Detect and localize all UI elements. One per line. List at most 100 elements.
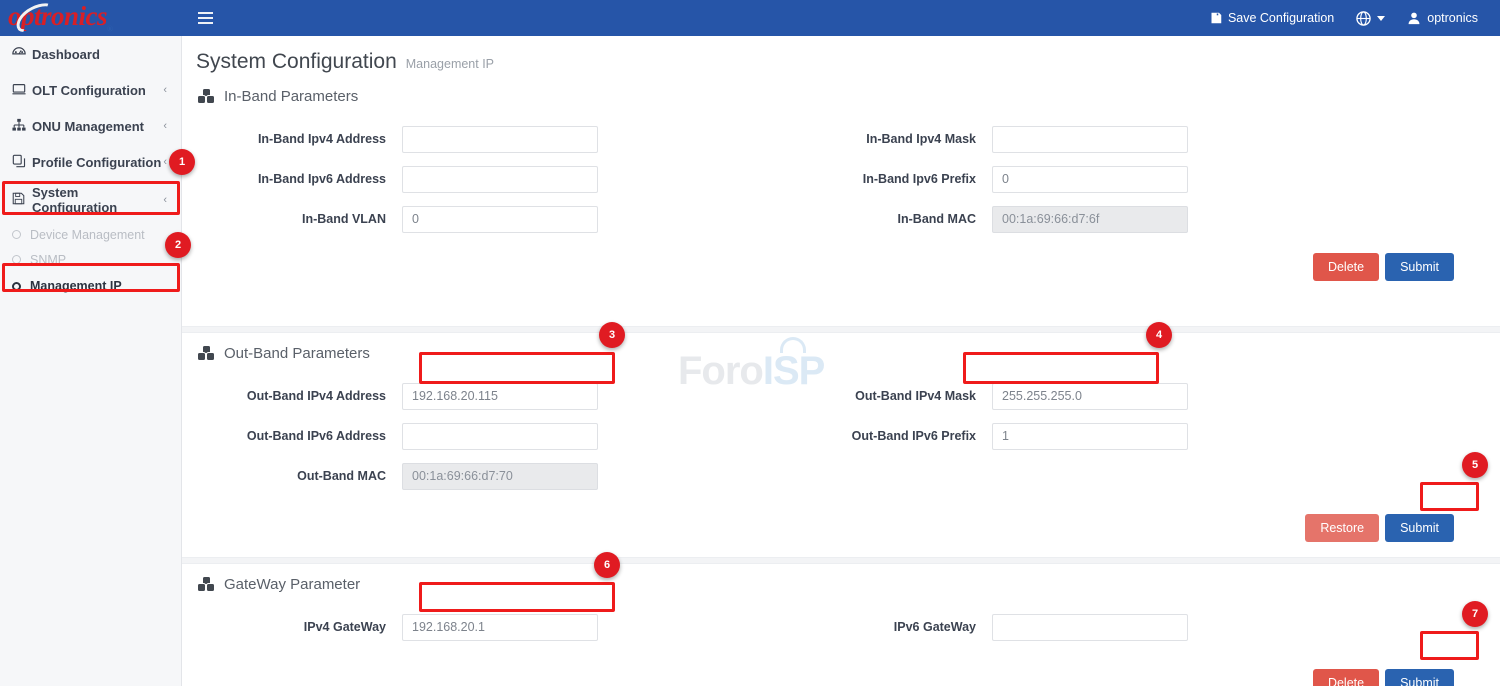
in-band-submit-button[interactable]: Submit (1385, 253, 1454, 281)
sidebar-item-profile-configuration[interactable]: Profile Configuration ‹ (0, 144, 181, 180)
brand-logo[interactable]: optronics® (0, 0, 182, 36)
marker-badge-1: 1 (169, 149, 195, 175)
sidebar-subitem-label: Management IP (30, 279, 122, 293)
section-title: In-Band Parameters (224, 88, 358, 105)
gateway-panel: GateWay Parameter IPv4 GateWay IPv6 Gate… (182, 564, 1500, 686)
in-band-ipv4-address-input[interactable] (402, 126, 598, 153)
watermark-part-2: ISP (763, 349, 824, 393)
gateway-button-row: Delete Submit (182, 647, 1500, 686)
out-band-mac-field: Out-Band MAC (182, 463, 807, 490)
ipv6-gateway-input[interactable] (992, 614, 1188, 641)
sidebar-subitem-label: Device Management (30, 228, 145, 242)
in-band-ipv6-address-field: In-Band Ipv6 Address (182, 166, 807, 193)
gateway-section-heading: GateWay Parameter (182, 564, 1500, 603)
field-label: IPv6 GateWay (807, 620, 992, 634)
in-band-delete-button[interactable]: Delete (1313, 253, 1379, 281)
field-label: Out-Band IPv4 Address (182, 389, 402, 403)
out-band-ipv6-address-input[interactable] (402, 423, 598, 450)
sidebar-subitem-management-ip[interactable]: Management IP (0, 272, 181, 300)
field-row: In-Band Ipv6 Address In-Band Ipv6 Prefix (182, 159, 1500, 199)
save-configuration-button[interactable]: Save Configuration (1210, 11, 1334, 25)
username-label: optronics (1427, 11, 1478, 25)
chevron-down-icon (1377, 16, 1385, 21)
circle-icon (12, 282, 21, 291)
field-row: Out-Band IPv4 Address Out-Band IPv4 Mask (182, 376, 1500, 416)
in-band-vlan-field: In-Band VLAN (182, 206, 807, 233)
out-band-panel: ForoISP Out-Band Parameters Out-Band IPv… (182, 333, 1500, 557)
marker-badge-7: 7 (1462, 601, 1488, 627)
out-band-ipv4-mask-input[interactable] (992, 383, 1188, 410)
cubes-icon (198, 346, 215, 361)
copy-icon (12, 154, 32, 171)
out-band-ipv6-address-field: Out-Band IPv6 Address (182, 423, 807, 450)
sidebar-item-label: Dashboard (32, 47, 167, 62)
in-band-section-heading: In-Band Parameters (182, 76, 1500, 115)
field-label: In-Band VLAN (182, 212, 402, 226)
marker-badge-6: 6 (594, 552, 620, 578)
in-band-mac-input (992, 206, 1188, 233)
out-band-ipv4-address-input[interactable] (402, 383, 598, 410)
in-band-ipv4-mask-input[interactable] (992, 126, 1188, 153)
field-label: In-Band Ipv4 Mask (807, 132, 992, 146)
sidebar-item-label: System Configuration (32, 185, 163, 215)
save-configuration-label: Save Configuration (1228, 11, 1334, 25)
watermark-foroisp: ForoISP (678, 349, 824, 394)
sidebar-subitem-device-management[interactable]: Device Management (0, 222, 181, 247)
circle-icon (12, 255, 21, 264)
registered-mark: ® (107, 24, 112, 33)
sidebar-item-dashboard[interactable]: Dashboard (0, 36, 181, 72)
field-label: In-Band Ipv4 Address (182, 132, 402, 146)
hamburger-icon[interactable] (192, 5, 218, 31)
breadcrumb: Management IP (406, 57, 494, 71)
field-row: Out-Band IPv6 Address Out-Band IPv6 Pref… (182, 416, 1500, 456)
user-menu[interactable]: optronics (1407, 11, 1478, 25)
field-label: In-Band MAC (807, 212, 992, 226)
chevron-left-icon: ‹ (163, 120, 167, 132)
field-label: IPv4 GateWay (182, 620, 402, 634)
top-header-bar: optronics® Save Configuration (0, 0, 1500, 36)
circle-icon (12, 230, 21, 239)
gateway-fields: IPv4 GateWay IPv6 GateWay (182, 603, 1500, 647)
out-band-fields: Out-Band IPv4 Address Out-Band IPv4 Mask… (182, 372, 1500, 496)
sitemap-icon (12, 118, 32, 135)
sidebar-item-olt-configuration[interactable]: OLT Configuration ‹ (0, 72, 181, 108)
in-band-fields: In-Band Ipv4 Address In-Band Ipv4 Mask I… (182, 115, 1500, 239)
sidebar-item-label: ONU Management (32, 119, 163, 134)
field-label: Out-Band IPv6 Address (182, 429, 402, 443)
cubes-icon (198, 577, 215, 592)
page-header: System Configuration Management IP (182, 36, 1500, 76)
gateway-delete-button[interactable]: Delete (1313, 669, 1379, 686)
brand-name: optronics (8, 1, 107, 31)
in-band-ipv6-address-input[interactable] (402, 166, 598, 193)
ipv6-gateway-field: IPv6 GateWay (807, 614, 1392, 641)
sidebar: Dashboard OLT Configuration ‹ ONU Manage… (0, 36, 182, 686)
in-band-panel: In-Band Parameters In-Band Ipv4 Address … (182, 76, 1500, 326)
in-band-ipv4-address-field: In-Band Ipv4 Address (182, 126, 807, 153)
language-selector[interactable] (1356, 11, 1385, 26)
main-content: System Configuration Management IP In-Ba… (182, 36, 1500, 686)
sidebar-item-label: OLT Configuration (32, 83, 163, 98)
panel-divider (182, 326, 1500, 333)
sidebar-item-system-configuration[interactable]: System Configuration ‹ (0, 182, 181, 218)
out-band-ipv6-prefix-input[interactable] (992, 423, 1188, 450)
field-label: Out-Band MAC (182, 469, 402, 483)
sidebar-item-onu-management[interactable]: ONU Management ‹ (0, 108, 181, 144)
floppy-disk-icon (1210, 12, 1222, 24)
field-label: Out-Band IPv6 Prefix (807, 429, 992, 443)
in-band-ipv6-prefix-input[interactable] (992, 166, 1188, 193)
gateway-submit-button[interactable]: Submit (1385, 669, 1454, 686)
marker-badge-2: 2 (165, 232, 191, 258)
marker-badge-4: 4 (1146, 322, 1172, 348)
in-band-mac-field: In-Band MAC (807, 206, 1392, 233)
ipv4-gateway-input[interactable] (402, 614, 598, 641)
out-band-submit-button[interactable]: Submit (1385, 514, 1454, 542)
sidebar-subitem-snmp[interactable]: SNMP (0, 247, 181, 272)
out-band-ipv4-mask-field: Out-Band IPv4 Mask (807, 383, 1392, 410)
field-row: In-Band Ipv4 Address In-Band Ipv4 Mask (182, 119, 1500, 159)
chevron-left-icon: ‹ (163, 84, 167, 96)
chevron-left-icon: ‹ (163, 156, 167, 168)
out-band-restore-button[interactable]: Restore (1305, 514, 1379, 542)
monitor-icon (12, 82, 32, 99)
in-band-vlan-input[interactable] (402, 206, 598, 233)
section-title: GateWay Parameter (224, 576, 360, 593)
